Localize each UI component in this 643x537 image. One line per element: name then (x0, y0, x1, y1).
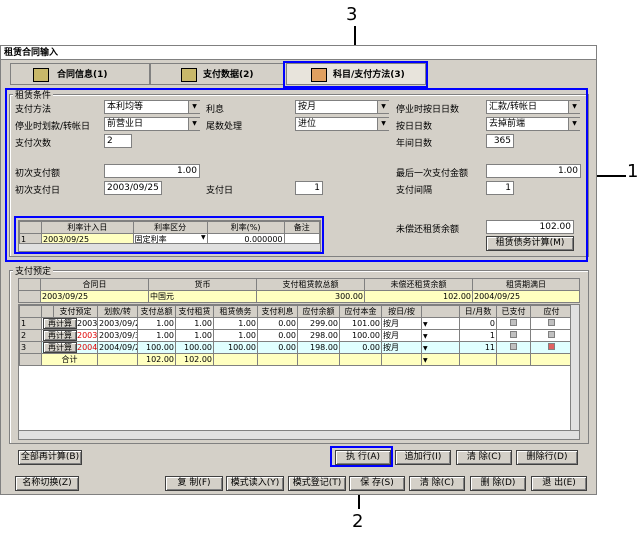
recalc-row-button[interactable]: 再计算 (43, 318, 77, 329)
window-title: 租赁合同输入 (1, 46, 596, 60)
chevron-down-icon: ▼ (423, 321, 428, 328)
paid-checkbox[interactable] (510, 319, 517, 326)
callout-number-3: 3 (346, 4, 358, 25)
table-row[interactable]: 2 再计算2003/10/01 2003/09/301.001.001.000.… (19, 329, 573, 342)
callout-number-2: 2 (352, 511, 364, 532)
schedule-vertical-scrollbar[interactable] (570, 305, 579, 439)
paid-checkbox[interactable] (510, 343, 517, 350)
payable-checkbox[interactable] (548, 343, 555, 350)
paid-checkbox[interactable] (510, 331, 517, 338)
clear-rows-button[interactable]: 清 除(C) (456, 450, 512, 465)
highlight-execute-button (330, 446, 393, 467)
callout-number-1: 1 (627, 161, 639, 182)
tab-payment-data[interactable]: 支付数据(2) (150, 63, 285, 85)
total-row: 合计 102.00 102.00 ▼ (19, 353, 573, 366)
payment-schedule-legend: 支付预定 (13, 264, 54, 277)
clear-button[interactable]: 清 除(C) (409, 476, 465, 491)
table-row[interactable]: 3 再计算2004/09/25 2004/09/25100.00100.0010… (19, 341, 573, 354)
payment-schedule-table: 支付预定 划款/转 支付总额 支付租赁 租赁债务 支付利息 应付余额 应付本金 按日/按 日/月数… (18, 304, 580, 440)
name-switch-button[interactable]: 名称切换(Z) (15, 476, 79, 491)
tab-contract-info[interactable]: 合同信息(1) (10, 63, 150, 85)
book-icon (33, 68, 49, 82)
highlight-rate-table (14, 216, 324, 254)
pattern-register-button[interactable]: 模式登记(T) (288, 476, 346, 491)
document-icon (181, 68, 197, 82)
chevron-down-icon: ▼ (423, 357, 428, 364)
payable-checkbox[interactable] (548, 319, 555, 326)
table-row: 2003/09/25 中国元 300.00 102.00 2004/09/25 (18, 290, 580, 303)
exit-button[interactable]: 退 出(E) (531, 476, 587, 491)
pattern-read-button[interactable]: 模式读入(Y) (226, 476, 284, 491)
schedule-summary-table: 合同日 货币 支付租赁款总额 未偿还租赁余额 租赁期满日 2003/09/25 … (18, 278, 580, 303)
table-row[interactable]: 1 再计算2003/09/25 2003/09/251.001.001.000.… (19, 317, 573, 330)
recalc-row-button[interactable]: 再计算 (43, 330, 77, 341)
add-row-button[interactable]: 追加行(I) (395, 450, 451, 465)
delete-row-button[interactable]: 删除行(D) (516, 450, 578, 465)
recalc-row-button[interactable]: 再计算 (43, 342, 77, 353)
chevron-down-icon: ▼ (423, 345, 428, 352)
recalc-all-button[interactable]: 全部再计算(B) (18, 450, 82, 465)
delete-button[interactable]: 删 除(D) (470, 476, 526, 491)
highlight-tab-3 (283, 61, 428, 88)
schedule-horizontal-scrollbar[interactable] (19, 430, 579, 439)
payable-checkbox[interactable] (548, 331, 555, 338)
save-button[interactable]: 保 存(S) (349, 476, 405, 491)
copy-button[interactable]: 复 制(F) (165, 476, 223, 491)
chevron-down-icon: ▼ (423, 333, 428, 340)
